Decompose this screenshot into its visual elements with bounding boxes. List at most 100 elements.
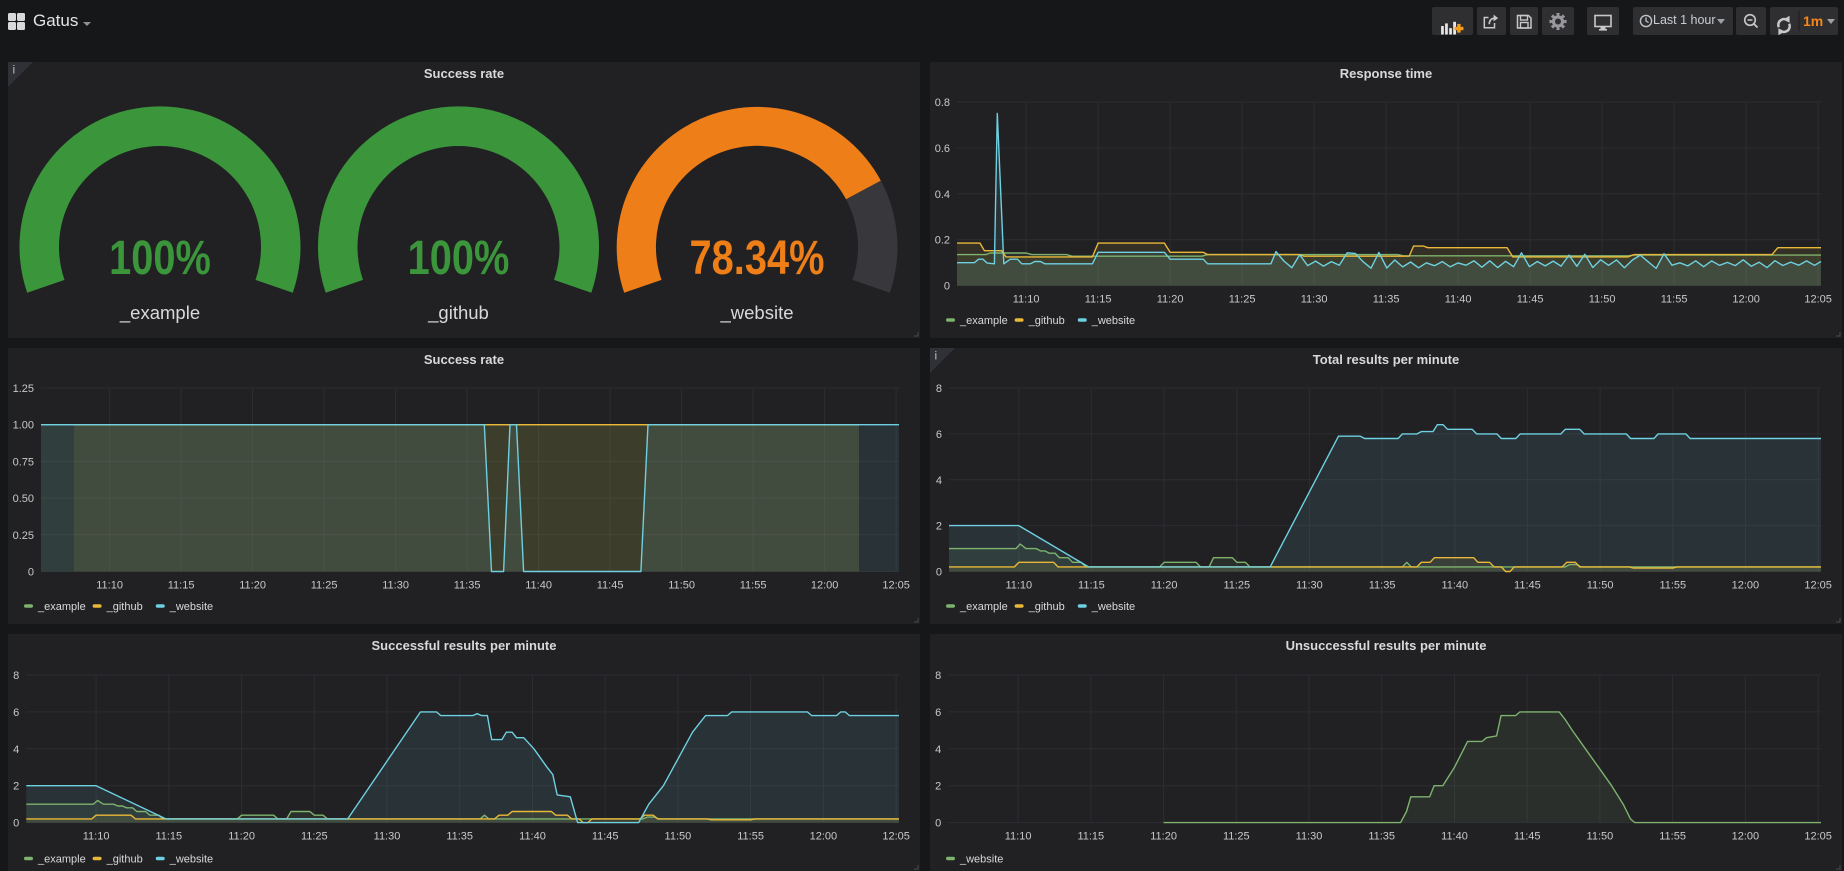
svg-text:_website: _website bbox=[169, 601, 213, 613]
svg-text:_website: _website bbox=[1091, 601, 1135, 613]
svg-text:11:35: 11:35 bbox=[1368, 831, 1395, 843]
svg-text:11:30: 11:30 bbox=[1296, 580, 1323, 592]
svg-text:_website: _website bbox=[169, 854, 213, 866]
svg-text:11:10: 11:10 bbox=[96, 580, 123, 592]
svg-text:11:50: 11:50 bbox=[1589, 294, 1616, 306]
svg-text:11:55: 11:55 bbox=[1661, 294, 1688, 306]
svg-text:12:05: 12:05 bbox=[1804, 294, 1832, 306]
svg-text:_github: _github bbox=[1028, 601, 1065, 613]
svg-text:_example: _example bbox=[37, 854, 86, 866]
svg-text:_example: _example bbox=[37, 601, 86, 613]
svg-text:8: 8 bbox=[936, 383, 942, 395]
svg-text:12:05: 12:05 bbox=[882, 831, 910, 843]
svg-text:11:10: 11:10 bbox=[83, 831, 110, 843]
svg-text:11:20: 11:20 bbox=[239, 580, 266, 592]
svg-text:78.34%: 78.34% bbox=[690, 231, 825, 285]
svg-text:11:40: 11:40 bbox=[1441, 580, 1468, 592]
svg-text:11:20: 11:20 bbox=[228, 831, 255, 843]
svg-text:_github: _github bbox=[427, 302, 489, 324]
svg-text:_example: _example bbox=[959, 315, 1008, 327]
svg-text:11:10: 11:10 bbox=[1013, 294, 1040, 306]
svg-text:12:05: 12:05 bbox=[1804, 580, 1832, 592]
svg-text:12:00: 12:00 bbox=[810, 831, 838, 843]
svg-text:11:45: 11:45 bbox=[597, 580, 624, 592]
svg-text:0.6: 0.6 bbox=[935, 143, 950, 155]
svg-text:0.4: 0.4 bbox=[935, 189, 950, 201]
svg-text:8: 8 bbox=[935, 670, 941, 682]
svg-text:12:00: 12:00 bbox=[1732, 294, 1760, 306]
svg-text:11:50: 11:50 bbox=[665, 831, 692, 843]
svg-text:11:20: 11:20 bbox=[1150, 831, 1177, 843]
svg-text:_website: _website bbox=[719, 302, 793, 324]
svg-text:11:40: 11:40 bbox=[1441, 831, 1468, 843]
svg-text:4: 4 bbox=[936, 475, 942, 487]
svg-text:2: 2 bbox=[935, 781, 941, 793]
svg-text:0: 0 bbox=[936, 567, 942, 579]
svg-text:i: i bbox=[13, 63, 16, 77]
svg-text:1.00: 1.00 bbox=[13, 420, 34, 432]
svg-text:Success rate: Success rate bbox=[424, 66, 504, 81]
svg-text:11:45: 11:45 bbox=[1514, 580, 1541, 592]
svg-text:11:25: 11:25 bbox=[301, 831, 328, 843]
svg-text:11:40: 11:40 bbox=[525, 580, 552, 592]
svg-text:12:00: 12:00 bbox=[1732, 580, 1760, 592]
svg-text:Successful results per minute: Successful results per minute bbox=[372, 638, 557, 653]
svg-text:11:25: 11:25 bbox=[311, 580, 338, 592]
svg-text:_github: _github bbox=[1028, 315, 1065, 327]
svg-text:0: 0 bbox=[28, 567, 34, 579]
svg-text:0: 0 bbox=[935, 818, 941, 830]
svg-text:12:00: 12:00 bbox=[1732, 831, 1760, 843]
svg-text:11:10: 11:10 bbox=[1005, 831, 1032, 843]
svg-text:11:25: 11:25 bbox=[1223, 831, 1250, 843]
svg-text:0.50: 0.50 bbox=[13, 493, 34, 505]
svg-text:11:45: 11:45 bbox=[592, 831, 619, 843]
svg-text:11:50: 11:50 bbox=[668, 580, 695, 592]
svg-text:11:35: 11:35 bbox=[1373, 294, 1400, 306]
svg-text:_github: _github bbox=[106, 854, 143, 866]
svg-text:Unsuccessful results per minut: Unsuccessful results per minute bbox=[1286, 638, 1487, 653]
svg-text:6: 6 bbox=[13, 707, 19, 719]
svg-text:11:35: 11:35 bbox=[1369, 580, 1396, 592]
svg-text:11:15: 11:15 bbox=[1077, 831, 1104, 843]
svg-text:2: 2 bbox=[936, 521, 942, 533]
svg-text:0: 0 bbox=[13, 818, 19, 830]
svg-text:11:55: 11:55 bbox=[1659, 831, 1686, 843]
svg-text:6: 6 bbox=[935, 707, 941, 719]
svg-text:11:55: 11:55 bbox=[737, 831, 764, 843]
svg-text:11:40: 11:40 bbox=[1445, 294, 1472, 306]
svg-text:11:10: 11:10 bbox=[1005, 580, 1032, 592]
svg-text:11:30: 11:30 bbox=[382, 580, 409, 592]
svg-text:11:25: 11:25 bbox=[1223, 580, 1250, 592]
svg-text:11:35: 11:35 bbox=[446, 831, 473, 843]
svg-text:12:05: 12:05 bbox=[1804, 831, 1832, 843]
svg-text:11:15: 11:15 bbox=[1078, 580, 1105, 592]
svg-text:0.75: 0.75 bbox=[13, 456, 34, 468]
svg-text:11:50: 11:50 bbox=[1587, 831, 1614, 843]
svg-text:11:40: 11:40 bbox=[519, 831, 546, 843]
svg-text:Total results per minute: Total results per minute bbox=[1313, 352, 1459, 367]
svg-text:11:25: 11:25 bbox=[1229, 294, 1256, 306]
svg-text:12:05: 12:05 bbox=[882, 580, 910, 592]
svg-text:_website: _website bbox=[959, 854, 1003, 866]
svg-text:0.2: 0.2 bbox=[935, 235, 950, 247]
svg-text:2: 2 bbox=[13, 781, 19, 793]
svg-text:_example: _example bbox=[119, 302, 200, 324]
svg-text:6: 6 bbox=[936, 429, 942, 441]
svg-text:_website: _website bbox=[1091, 315, 1135, 327]
svg-text:_example: _example bbox=[959, 601, 1008, 613]
svg-text:11:15: 11:15 bbox=[1085, 294, 1112, 306]
svg-text:11:30: 11:30 bbox=[1296, 831, 1323, 843]
svg-text:11:55: 11:55 bbox=[1659, 580, 1686, 592]
svg-text:11:30: 11:30 bbox=[374, 831, 401, 843]
svg-text:i: i bbox=[935, 349, 938, 363]
svg-text:11:45: 11:45 bbox=[1517, 294, 1544, 306]
svg-text:11:55: 11:55 bbox=[740, 580, 767, 592]
svg-text:0: 0 bbox=[944, 281, 950, 293]
svg-text:100%: 100% bbox=[408, 231, 510, 285]
svg-text:0.25: 0.25 bbox=[13, 530, 34, 542]
svg-text:11:15: 11:15 bbox=[168, 580, 195, 592]
svg-text:8: 8 bbox=[13, 670, 19, 682]
svg-text:4: 4 bbox=[935, 744, 941, 756]
svg-text:11:45: 11:45 bbox=[1514, 831, 1541, 843]
svg-text:11:20: 11:20 bbox=[1157, 294, 1184, 306]
